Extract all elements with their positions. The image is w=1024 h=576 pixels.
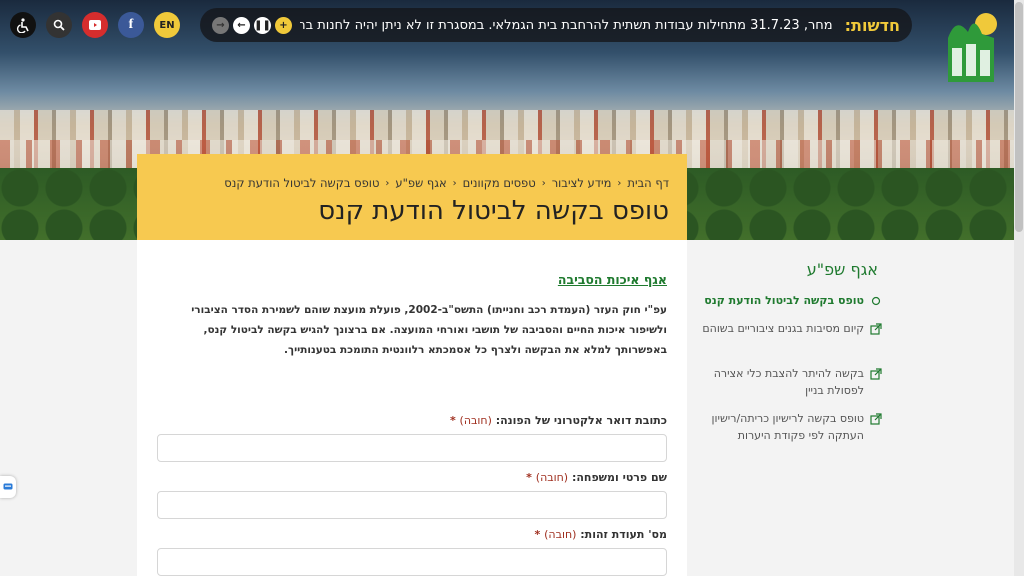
accessibility-icon[interactable] [10, 12, 36, 38]
news-controls: → ← ❚❚ + [212, 16, 292, 34]
youtube-icon[interactable] [82, 12, 108, 38]
news-ticker: חדשות: מחר, 31.7.23 מתחילות עבודות תשתית… [200, 8, 912, 42]
full-name-field[interactable] [157, 491, 667, 519]
sidebar-item-label: קיום מסיבות בגנים ציבוריים בשוהם [702, 322, 864, 335]
section-title[interactable]: אגף איכות הסביבה [558, 272, 667, 287]
breadcrumb-department[interactable]: אגף שפ"ע [395, 176, 446, 190]
breadcrumb-public-info[interactable]: מידע לציבור [552, 176, 612, 190]
sidebar-item-label: טופס בקשה לביטול הודעת קנס [704, 294, 864, 307]
add-icon[interactable]: + [275, 16, 292, 34]
breadcrumb-separator-icon: ‹ [617, 177, 622, 189]
breadcrumb-home[interactable]: דף הבית [627, 176, 669, 190]
pause-icon[interactable]: ❚❚ [254, 16, 271, 34]
sidebar-item-parties[interactable]: קיום מסיבות בגנים ציבוריים בשוהם [700, 320, 882, 337]
page-header: דף הבית ‹ מידע לציבור ‹ טפסים מקוונים ‹ … [137, 154, 687, 240]
external-link-icon [870, 413, 882, 425]
email-field[interactable] [157, 434, 667, 462]
id-number-label: מס' תעודת זהות: (חובה) * [534, 528, 667, 541]
scrollbar-thumb[interactable] [1015, 2, 1023, 232]
email-label: כתובת דואר אלקטרוני של הפונה: (חובה) * [449, 414, 667, 427]
breadcrumb-separator-icon: ‹ [385, 177, 390, 189]
news-text[interactable]: מחר, 31.7.23 מתחילות עבודות תשתית להרחבת… [300, 18, 833, 33]
bullet-circle-icon [871, 296, 881, 306]
page-title: טופס בקשה לביטול הודעת קנס [318, 196, 669, 226]
breadcrumb-current: טופס בקשה לביטול הודעת קנס [224, 176, 380, 190]
breadcrumb-online-forms[interactable]: טפסים מקוונים [463, 176, 536, 190]
social-toolbar: f EN [10, 12, 180, 38]
full-name-label: שם פרטי ומשפחה: (חובה) * [526, 471, 667, 484]
external-link-icon [870, 323, 882, 335]
id-number-field[interactable] [157, 548, 667, 576]
sidebar-item-fine-cancel[interactable]: טופס בקשה לביטול הודעת קנס [700, 292, 882, 309]
form-intro: עפ"י חוק העזר (העמדת רכב וחנייתו) התשס"ב… [191, 304, 667, 356]
site-logo[interactable] [942, 8, 1002, 86]
language-en-button[interactable]: EN [154, 12, 180, 38]
sidebar-item-tree-license[interactable]: טופס בקשה לרישיון כריתה/רישיון העתקה לפי… [700, 410, 882, 444]
news-label: חדשות: [844, 15, 900, 35]
page-scrollbar[interactable] [1014, 0, 1024, 576]
chat-icon [3, 483, 13, 490]
search-icon[interactable] [46, 12, 72, 38]
form-card: אגף איכות הסביבה עפ"י חוק העזר (העמדת רכ… [137, 240, 687, 576]
breadcrumb-separator-icon: ‹ [452, 177, 457, 189]
sidebar-item-waste-container[interactable]: בקשה להיתר להצבת כלי אצירה לפסולת בניין [700, 365, 882, 399]
facebook-icon[interactable]: f [118, 12, 144, 38]
breadcrumb: דף הבית ‹ מידע לציבור ‹ טפסים מקוונים ‹ … [155, 176, 669, 190]
sidebar-item-label: בקשה להיתר להצבת כלי אצירה לפסולת בניין [713, 367, 864, 397]
sidebar-item-label: טופס בקשה לרישיון כריתה/רישיון העתקה לפי… [711, 412, 864, 442]
sidebar-title: אגף שפ"ע [806, 260, 878, 279]
next-icon[interactable]: ← [233, 16, 250, 34]
breadcrumb-separator-icon: ‹ [541, 177, 546, 189]
prev-icon[interactable]: → [212, 16, 229, 34]
external-link-icon [870, 368, 882, 380]
chat-widget-tab[interactable] [0, 476, 16, 498]
